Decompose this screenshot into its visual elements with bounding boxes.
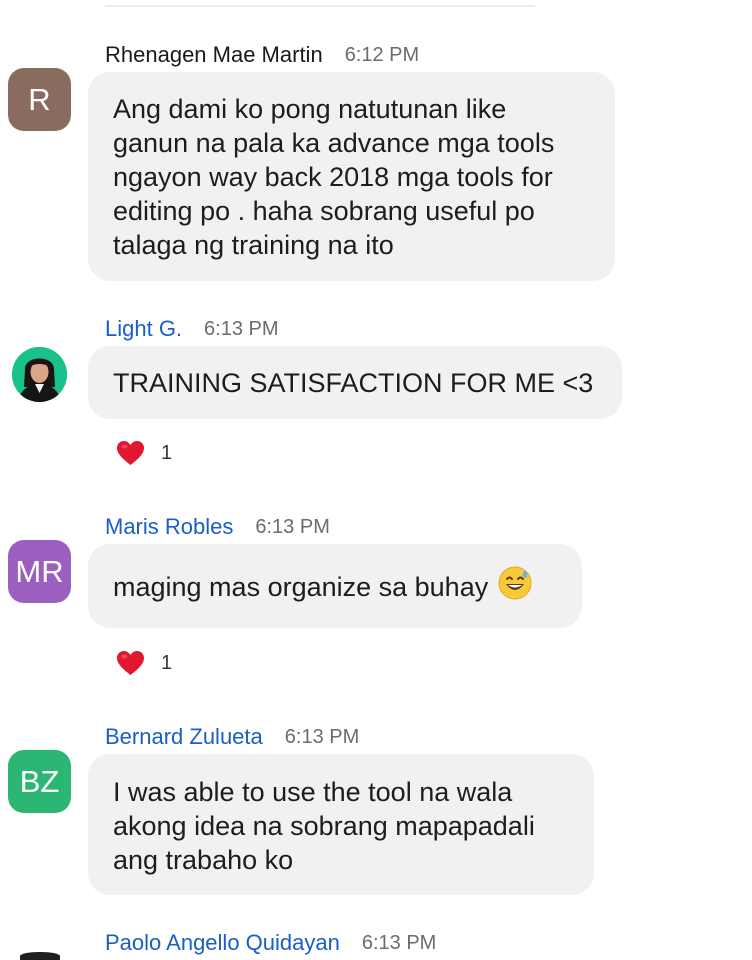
- sender-name[interactable]: Maris Robles: [105, 514, 233, 540]
- sender-name[interactable]: Paolo Angello Quidayan: [105, 930, 340, 956]
- message-time: 6:13 PM: [255, 515, 330, 538]
- message-time: 6:13 PM: [361, 931, 437, 954]
- red-heart-icon: [117, 441, 144, 465]
- message-line: Ang dami ko pong natutunan like: [113, 94, 507, 124]
- message-bubble[interactable]: TRAINING SATISFACTION FOR ME <3: [88, 346, 622, 419]
- red-heart-icon: [117, 651, 144, 675]
- sender-name[interactable]: Bernard Zulueta: [105, 724, 263, 750]
- message-bubble[interactable]: Ang dami ko pong natutunan like ganun na…: [88, 72, 615, 281]
- message-time: 6:13 PM: [284, 725, 360, 748]
- message-line: ganun na pala ka advance mga tools: [113, 128, 555, 158]
- reaction-count: 1: [161, 441, 173, 464]
- message-header: Paolo Angello Quidayan 6:13 PM: [105, 928, 436, 958]
- message-time: 6:13 PM: [204, 317, 279, 340]
- message-text: maging mas organize sa buhay: [113, 572, 489, 602]
- message-header: Maris Robles 6:13 PM: [105, 512, 330, 542]
- message-line: akong idea na sobrang mapapadali: [113, 811, 535, 841]
- avatar[interactable]: BZ: [8, 750, 71, 813]
- message-header: Rhenagen Mae Martin 6:12 PM: [105, 40, 419, 70]
- message-line: ngayon way back 2018 mga tools for: [113, 162, 553, 192]
- profile-photo-art: [12, 347, 67, 402]
- message-time: 6:12 PM: [344, 43, 420, 66]
- message-line: ang trabaho ko: [113, 845, 294, 875]
- grinning-sweat-emoji-icon: [498, 566, 532, 600]
- message-line: I was able to use the tool na wala: [113, 777, 513, 807]
- message-bubble[interactable]: I was able to use the tool na wala akong…: [88, 754, 594, 895]
- avatar[interactable]: R: [8, 68, 71, 131]
- sender-name[interactable]: Rhenagen Mae Martin: [105, 42, 323, 68]
- message-header: Bernard Zulueta 6:13 PM: [105, 722, 359, 752]
- reaction-badge[interactable]: 1: [116, 648, 172, 678]
- message-bubble[interactable]: maging mas organize sa buhay: [88, 544, 582, 628]
- reaction-badge[interactable]: 1: [116, 438, 172, 468]
- previous-message-divider: [105, 0, 535, 7]
- message-line: editing po . haha sobrang useful po: [113, 196, 535, 226]
- reaction-count: 1: [161, 651, 173, 674]
- message-line: TRAINING SATISFACTION FOR ME <3: [113, 368, 594, 398]
- message-line: talaga ng training na ito: [113, 230, 394, 260]
- profile-photo-icon[interactable]: [12, 347, 67, 402]
- message-header: Light G. 6:13 PM: [105, 314, 279, 344]
- sender-name[interactable]: Light G.: [105, 316, 182, 342]
- avatar[interactable]: MR: [8, 540, 71, 603]
- avatar-partial[interactable]: [20, 952, 60, 960]
